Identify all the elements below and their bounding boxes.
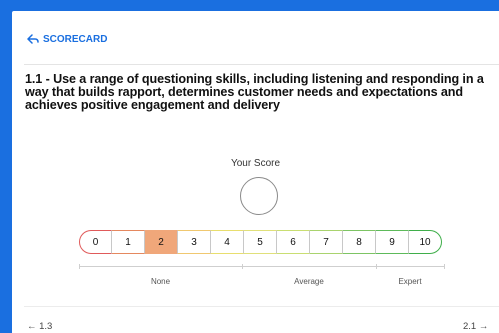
score-option-10[interactable]: 10 xyxy=(409,230,442,254)
back-link-label: SCORECARD xyxy=(43,33,108,45)
band-axis xyxy=(79,266,445,267)
score-option-1[interactable]: 1 xyxy=(112,230,145,254)
scorecard-panel: SCORECARD 1.1 - Use a range of questioni… xyxy=(12,11,499,333)
your-score-label: Your Score xyxy=(230,158,281,169)
back-arrow-icon xyxy=(27,34,39,44)
footer-divider xyxy=(24,306,499,307)
score-option-7[interactable]: 7 xyxy=(310,230,343,254)
score-scale: 0 1 2 3 4 5 6 7 8 9 10 xyxy=(79,230,442,254)
score-option-8[interactable]: 8 xyxy=(343,230,376,254)
score-indicator-circle xyxy=(240,177,278,215)
back-to-scorecard-link[interactable]: SCORECARD xyxy=(27,32,107,46)
score-option-3[interactable]: 3 xyxy=(178,230,211,254)
band-label-none: None xyxy=(150,277,171,286)
band-label-expert: Expert xyxy=(398,277,422,286)
band-label-average: Average xyxy=(294,277,324,286)
score-option-4[interactable]: 4 xyxy=(211,230,244,254)
score-option-9[interactable]: 9 xyxy=(376,230,409,254)
score-option-0[interactable]: 0 xyxy=(79,230,112,254)
score-option-6[interactable]: 6 xyxy=(277,230,310,254)
question-title: 1.1 - Use a range of questioning skills,… xyxy=(25,72,484,113)
header-divider xyxy=(24,64,499,65)
band-tick xyxy=(242,264,243,269)
previous-item-link[interactable]: ← 1.3 xyxy=(27,321,52,332)
band-tick xyxy=(376,264,377,269)
band-tick xyxy=(79,264,80,269)
score-option-2[interactable]: 2 xyxy=(145,230,178,254)
score-option-5[interactable]: 5 xyxy=(244,230,277,254)
next-item-link[interactable]: 2.1 → xyxy=(463,321,488,332)
band-tick xyxy=(444,264,445,269)
